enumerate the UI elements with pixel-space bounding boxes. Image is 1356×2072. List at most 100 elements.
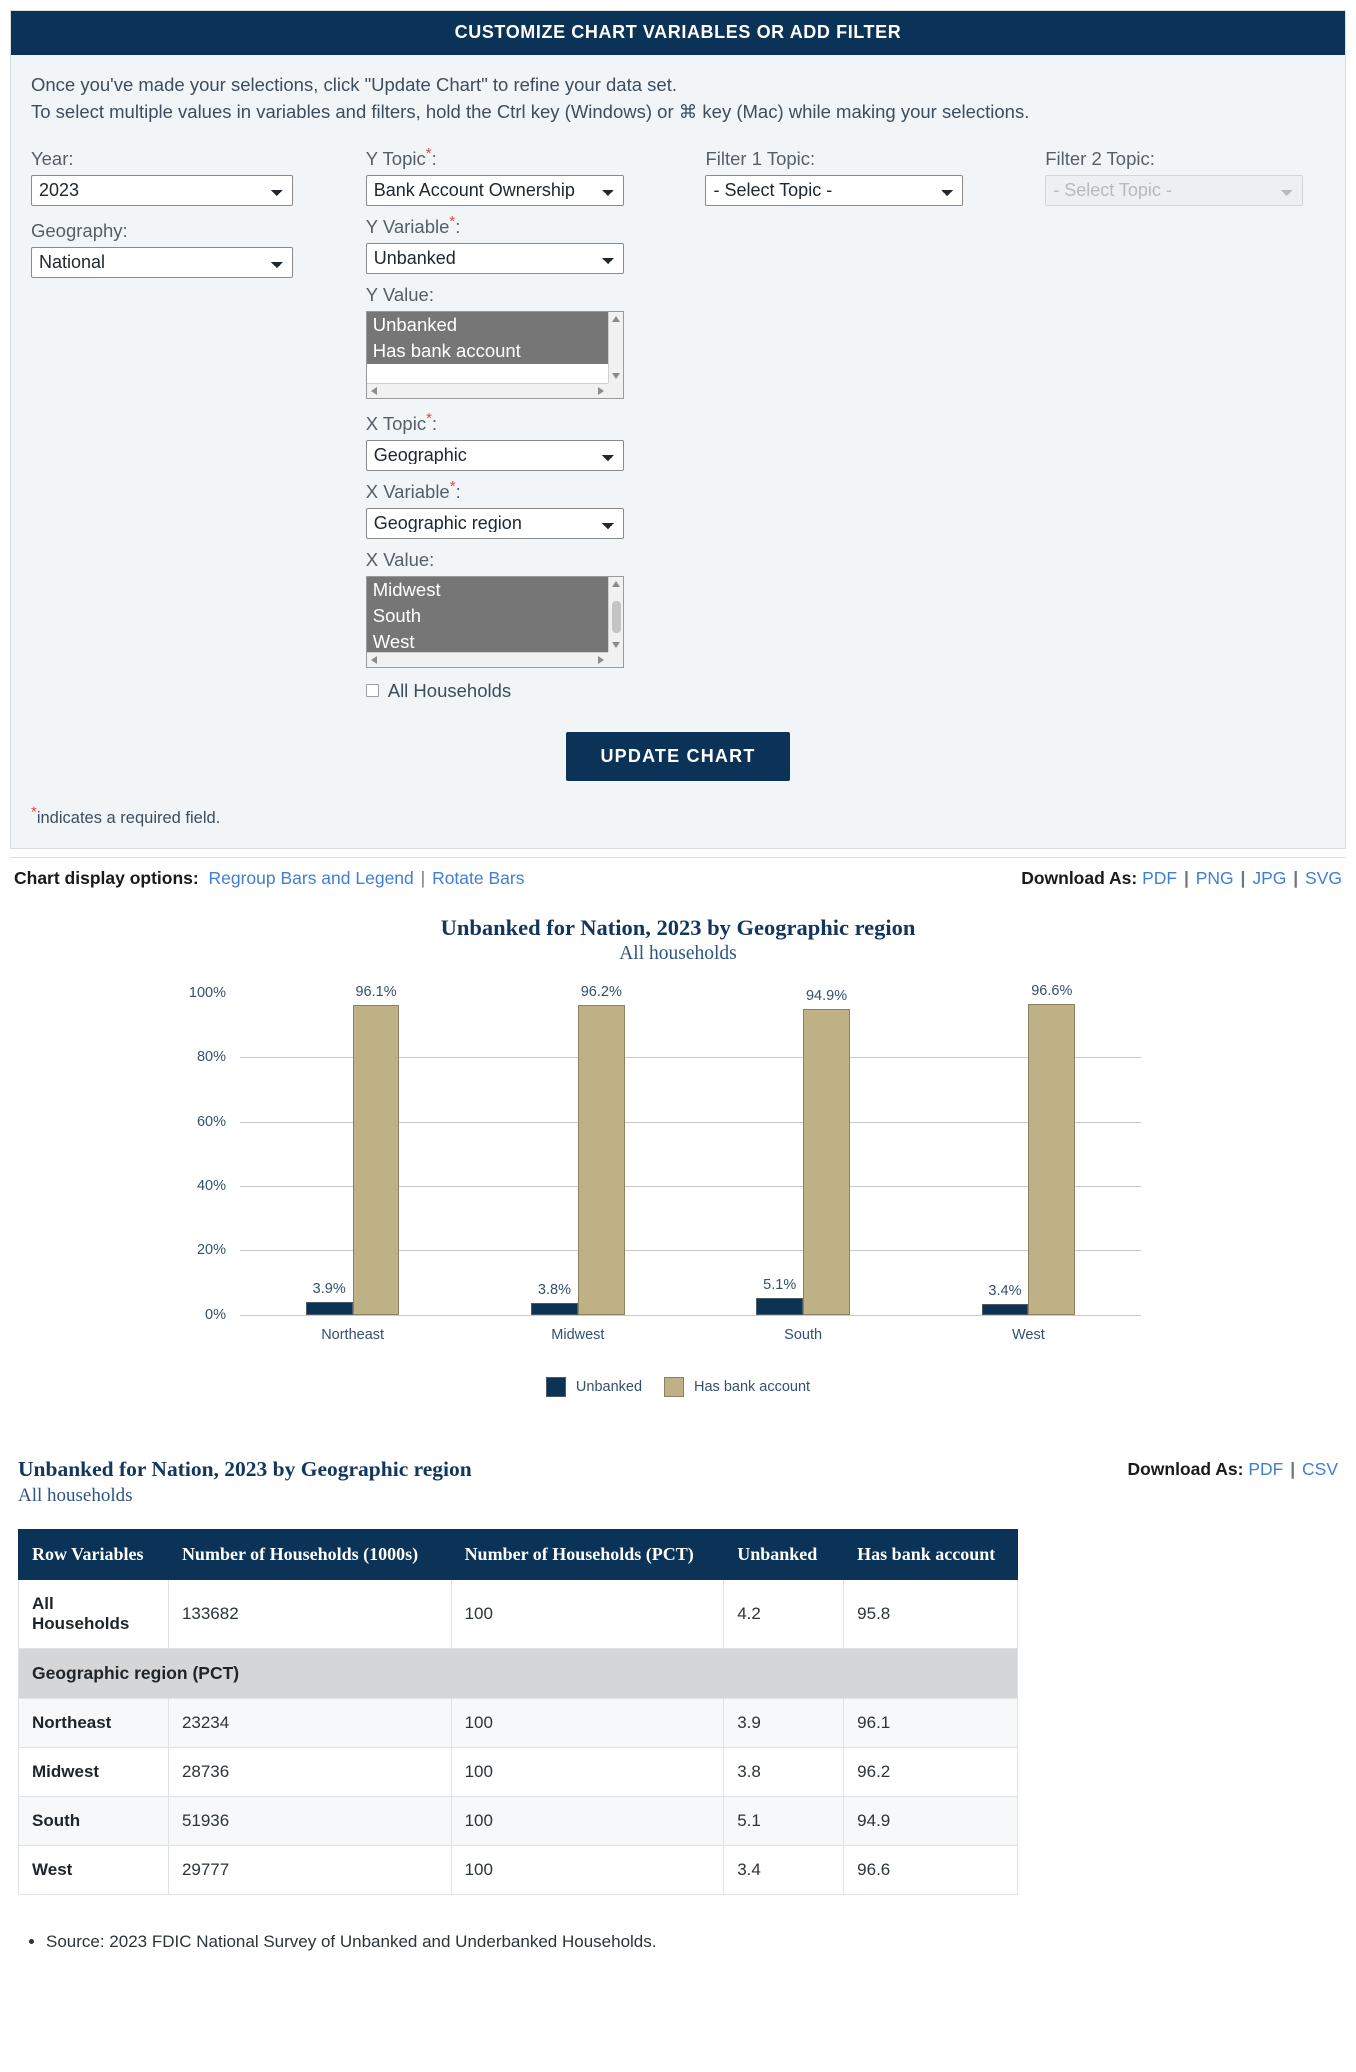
table-row: Midwest 28736 100 3.8 96.2 [18,1746,1018,1797]
column-header-unbanked: Unbanked [723,1528,845,1580]
x-topic-label: X Topic*: [365,409,438,434]
x-value-horizontal-scrollbar[interactable] [366,651,608,667]
table-cell: 100 [450,1697,725,1748]
chart-legend: Unbanked Has bank account [0,1376,1356,1397]
filter-2-label: Filter 2 Topic: [1045,147,1155,169]
table-download-pdf-link[interactable]: PDF [1248,1459,1283,1479]
chart-bar[interactable] [981,1303,1029,1315]
bar-value-label: 96.2% [580,984,622,1000]
update-chart-button[interactable]: UPDATE CHART [566,731,790,781]
y-value-option[interactable]: Has bank account [366,337,608,364]
chart-bar[interactable] [756,1298,804,1315]
geography-select[interactable]: National [31,246,293,278]
scroll-right-icon[interactable] [597,386,604,395]
y-value-vertical-scrollbar[interactable] [607,311,623,383]
source-item: Source: 2023 FDIC National Survey of Unb… [46,1929,1356,1955]
chart-bar[interactable] [352,1005,400,1315]
plot-area: 0% 20% 40% 60% 80% 100% 3.9% 96.1% Northeast 3.8%… [189,983,1141,1343]
x-variable-select[interactable]: Geographic region [365,507,624,539]
intro-line-1: Once you've made your selections, click … [31,74,677,95]
y-topic-label: Y Topic*: [365,144,437,169]
table-cell: 100 [450,1795,725,1846]
download-separator: | [1293,867,1299,888]
table-cell: 3.8 [723,1746,845,1797]
scroll-left-icon[interactable] [370,655,377,664]
column-year-geography: Year: 2023 Geography: National [31,148,366,702]
x-variable-label: X Variable*: [365,477,461,502]
table-cell: 28736 [167,1746,452,1797]
download-png-link[interactable]: PNG [1196,868,1234,888]
scroll-left-icon[interactable] [370,386,377,395]
table-group-label: Geographic region (PCT) [18,1647,1018,1699]
x-axis-tick-label: South [784,1326,823,1343]
x-axis-tick-label: West [1011,1326,1045,1343]
x-value-options: Midwest South West [366,576,608,655]
x-axis-tick-label: Northeast [321,1326,385,1343]
chart-bar[interactable] [531,1302,578,1315]
y-variable-select[interactable]: Unbanked [365,242,624,274]
customize-panel: CUSTOMIZE CHART VARIABLES OR ADD FILTER … [10,10,1346,849]
x-value-option[interactable]: Midwest [366,576,608,603]
table-row: South 51936 100 5.1 94.9 [18,1795,1018,1846]
bar-value-label: 96.1% [355,984,397,1001]
table-cell: 29777 [167,1844,452,1895]
table-row: All Households 133682 100 4.2 95.8 [18,1578,1018,1649]
download-jpg-link[interactable]: JPG [1252,868,1286,888]
table-cell: 133682 [167,1578,452,1649]
chart-bar[interactable] [803,1009,850,1315]
chart-block: Unbanked for Nation, 2023 by Geographic … [0,915,1356,1397]
chart-display-options-label: Chart display options: [14,867,199,888]
chart-bar[interactable] [577,1005,625,1315]
y-value-label: Y Value: [365,283,434,305]
table-download-options: Download As: PDF | CSV [1127,1459,1338,1480]
filter-1-select[interactable]: - Select Topic - [705,174,964,206]
panel-header: CUSTOMIZE CHART VARIABLES OR ADD FILTER [11,11,1345,55]
legend-item-unbanked: Unbanked [545,1376,642,1397]
table-subtitle: All households [18,1484,133,1506]
y-value-listbox[interactable]: Unbanked Has bank account [365,310,624,399]
table-group-row: Geographic region (PCT) [18,1647,1018,1699]
column-header-households-pct: Number of Households (PCT) [450,1528,725,1580]
x-topic-select[interactable]: Geographic [365,439,624,471]
column-y-x-variables: Y Topic*: Bank Account Ownership Y Varia… [365,144,706,702]
filter-1-label: Filter 1 Topic: [705,147,816,169]
chart-display-options-bar: Chart display options: Regroup Bars and … [10,856,1346,899]
gridline [240,1314,1141,1316]
table-row: West 29777 100 3.4 96.6 [18,1844,1018,1895]
chart-bar[interactable] [1028,1003,1076,1315]
chart-bar[interactable] [305,1302,353,1315]
y-topic-select[interactable]: Bank Account Ownership [365,174,624,206]
bar-value-label: 96.6% [1031,982,1073,999]
scroll-up-icon[interactable] [611,315,620,322]
year-select[interactable]: 2023 [31,174,293,206]
scroll-up-icon[interactable] [611,580,620,587]
regroup-bars-link[interactable]: Regroup Bars and Legend [208,868,413,888]
y-axis-tick-label: 60% [196,1113,226,1130]
table-row-header: South [18,1795,169,1846]
download-svg-link[interactable]: SVG [1305,868,1342,888]
required-marker-x-variable: * [449,477,456,495]
form-grid: Year: 2023 Geography: National Y Topic*:… [31,144,1325,702]
x-value-listbox[interactable]: Midwest South West [365,575,624,668]
table-download-label: Download As: [1127,1458,1244,1479]
y-axis-tick-label: 0% [205,1306,226,1323]
scroll-down-icon[interactable] [611,641,620,648]
table-download-csv-link[interactable]: CSV [1302,1459,1338,1479]
all-households-row[interactable]: All Households [365,680,706,702]
x-value-vertical-scrollbar[interactable] [607,576,623,652]
scroll-down-icon[interactable] [611,372,620,379]
table-cell: 23234 [167,1697,452,1748]
legend-item-has-bank-account: Has bank account [664,1376,810,1397]
scrollbar-thumb[interactable] [611,600,621,633]
table-cell: 3.9 [723,1697,845,1748]
all-households-checkbox[interactable] [365,684,379,698]
scroll-right-icon[interactable] [597,655,604,664]
required-marker-x-topic: * [426,409,432,427]
download-pdf-link[interactable]: PDF [1142,868,1177,888]
y-value-horizontal-scrollbar[interactable] [366,382,608,398]
y-axis-tick-label: 100% [188,984,226,1001]
y-value-option[interactable]: Unbanked [366,311,608,338]
table-header-row: Row Variables Number of Households (1000… [18,1528,1018,1580]
rotate-bars-link[interactable]: Rotate Bars [432,868,524,888]
x-value-option[interactable]: South [366,602,608,629]
